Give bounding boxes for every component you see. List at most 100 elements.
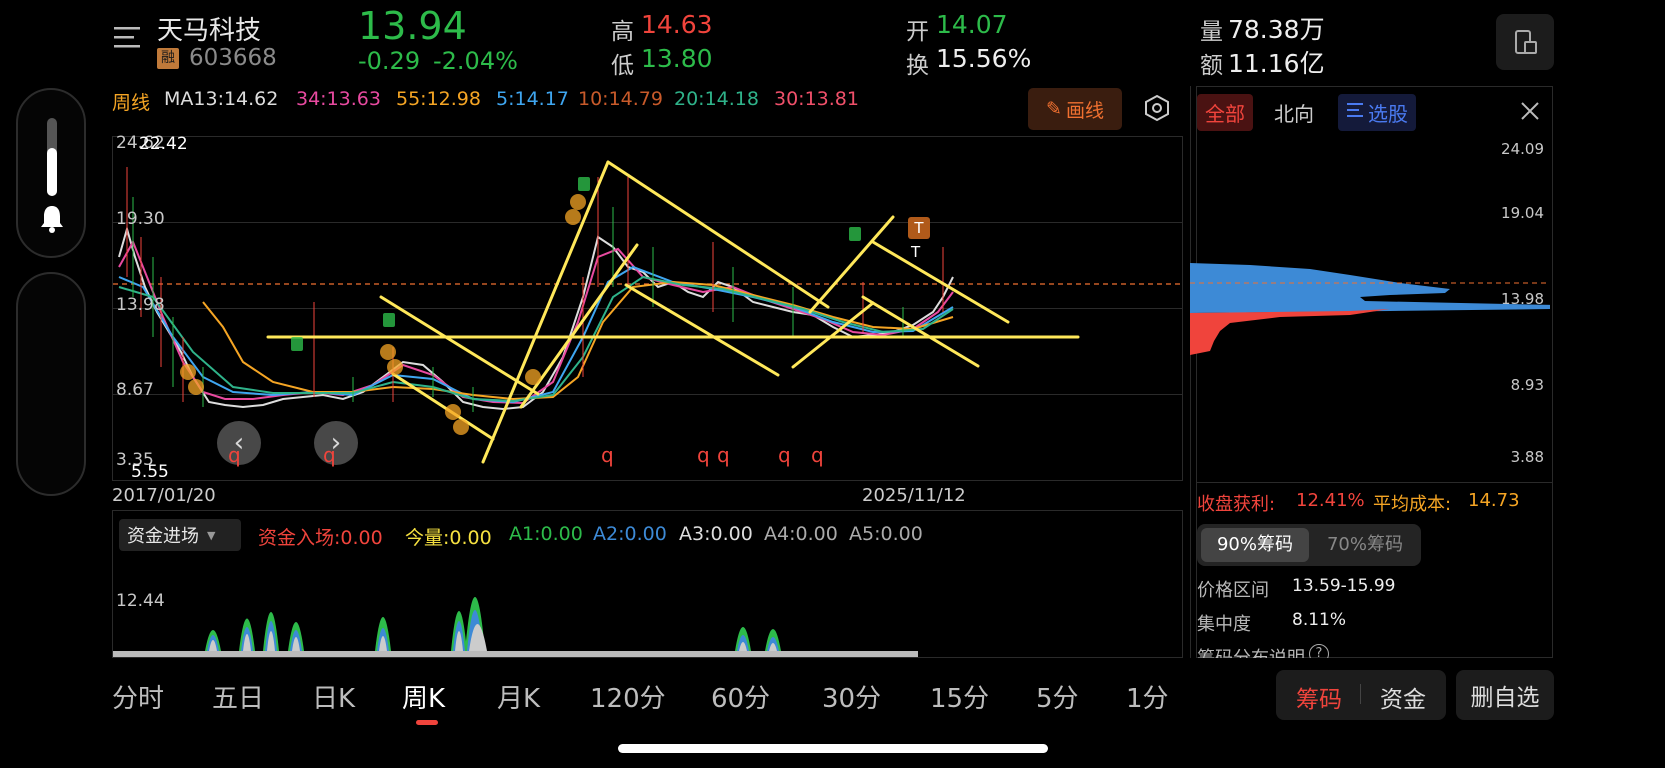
- current-price: 13.94: [358, 4, 467, 48]
- a5-value: A5:0.00: [849, 523, 923, 545]
- range-label: 价格区间: [1197, 580, 1269, 601]
- tab-15min[interactable]: 15分: [930, 678, 989, 715]
- chip-price-4: 8.93: [1510, 376, 1544, 394]
- ma5-value: 5:14.17: [496, 88, 569, 110]
- amount-value: 11.16亿: [1228, 49, 1325, 78]
- stock-code: 603668: [189, 45, 277, 71]
- ma30-value: 30:13.81: [774, 88, 859, 110]
- chip-panel-divider: [1196, 482, 1553, 483]
- close-icon[interactable]: [1519, 100, 1541, 126]
- inflow-value: 资金入场:0.00: [258, 527, 383, 549]
- menu-icon[interactable]: [112, 24, 144, 56]
- list-icon: [1346, 100, 1364, 124]
- profit-value: 12.41%: [1296, 490, 1365, 511]
- date-end: 2025/11/12: [862, 485, 966, 506]
- signal-q-2: q: [323, 443, 336, 467]
- chip90-button[interactable]: 90%筹码: [1201, 528, 1309, 562]
- draw-line-button[interactable]: ✎ 画线: [1028, 88, 1122, 130]
- y-axis-19: 19.30: [116, 209, 165, 229]
- t-marker-2[interactable]: T: [911, 243, 920, 261]
- tab-select-stock[interactable]: 选股: [1338, 94, 1416, 131]
- chevron-right-icon[interactable]: ›: [314, 421, 358, 465]
- chip70-button[interactable]: 70%筹码: [1313, 528, 1417, 562]
- kline-chart-canvas: [113, 160, 1184, 464]
- rotate-screen-icon: [1515, 30, 1537, 54]
- toggle-divider: [1360, 684, 1361, 704]
- rotate-screen-button[interactable]: [1496, 14, 1554, 70]
- tab-daily-k[interactable]: 日K: [312, 678, 355, 715]
- tab-weekly-k[interactable]: 周K: [402, 678, 445, 715]
- high-label: 高: [611, 19, 634, 45]
- chip-distribution-histogram: [1190, 263, 1550, 355]
- volume-value: 78.38万: [1228, 15, 1325, 44]
- signal-q-7: q: [811, 443, 824, 467]
- low-label: 低: [611, 53, 634, 79]
- tab-5min[interactable]: 5分: [1036, 678, 1079, 715]
- side-panel-placeholder: [16, 272, 86, 496]
- ma55-value: 55:12.98: [396, 88, 481, 110]
- open-value: 14.07: [936, 10, 1008, 39]
- kline-chart[interactable]: 24.62 22.42 19.30 13.98 8.67 3.35 5.55 T…: [112, 133, 1184, 482]
- signal-q-4: q: [697, 443, 710, 467]
- indicator-select-label: 资金进场: [127, 526, 199, 547]
- signal-q-3: q: [601, 443, 614, 467]
- bell-icon[interactable]: [38, 204, 66, 238]
- indicator-y-label: 12.44: [116, 591, 165, 611]
- a3-value: A3:0.00: [679, 523, 753, 545]
- chip-explain-label: 筹码分布说明: [1197, 644, 1305, 658]
- volume-slider-fill[interactable]: [47, 148, 57, 196]
- home-indicator[interactable]: [618, 744, 1048, 753]
- tab-60min[interactable]: 60分: [711, 678, 770, 715]
- y-axis-8: 8.67: [116, 380, 154, 400]
- tab-1min[interactable]: 1分: [1126, 678, 1186, 715]
- amount-label: 额: [1200, 53, 1223, 79]
- chip-explain-row[interactable]: 筹码分布说明 ?: [1196, 640, 1553, 658]
- chip-price-2: 19.04: [1501, 204, 1544, 222]
- tab-north[interactable]: 北向: [1266, 94, 1322, 131]
- turnover-label: 换: [906, 53, 929, 79]
- open-label: 开: [906, 19, 929, 45]
- tab-120min[interactable]: 120分: [590, 678, 666, 715]
- avg-cost-label: 平均成本:: [1373, 494, 1452, 515]
- a4-value: A4:0.00: [764, 523, 838, 545]
- tab-30min[interactable]: 30分: [822, 678, 881, 715]
- signal-q-5: q: [717, 443, 730, 467]
- y-axis-low: 5.55: [131, 462, 169, 482]
- period-label: 周线: [112, 92, 151, 114]
- ma20-value: 20:14.18: [674, 88, 759, 110]
- a2-value: A2:0.00: [593, 523, 667, 545]
- ma13-value: MA13:14.62: [164, 88, 279, 110]
- signal-q-6: q: [778, 443, 791, 467]
- indicator-chart[interactable]: 资金进场 ▼ 资金入场:0.00 今量:0.00 A1:0.00 A2:0.00…: [112, 510, 1183, 658]
- margin-badge: 融: [157, 48, 179, 69]
- turnover-value: 15.56%: [936, 44, 1032, 73]
- settings-hexagon-icon[interactable]: [1143, 94, 1171, 126]
- price-change-pct: -2.04%: [433, 47, 518, 75]
- caret-down-icon: ▼: [207, 528, 216, 542]
- today-volume-value: 今量:0.00: [405, 527, 492, 549]
- stock-name: 天马科技: [157, 16, 262, 46]
- indicator-select[interactable]: 资金进场 ▼: [119, 519, 241, 551]
- ma10-value: 10:14.79: [578, 88, 663, 110]
- chip-price-5: 3.88: [1510, 448, 1544, 466]
- tab-monthly-k[interactable]: 月K: [497, 678, 540, 715]
- remove-watchlist-button[interactable]: 删自选: [1456, 670, 1554, 720]
- t-marker-1[interactable]: T: [908, 217, 930, 239]
- tab-all[interactable]: 全部: [1197, 94, 1253, 131]
- avg-cost-value: 14.73: [1468, 490, 1520, 511]
- active-tab-indicator: [416, 720, 438, 725]
- ma34-value: 34:13.63: [296, 88, 381, 110]
- concentration-label: 集中度: [1197, 614, 1251, 635]
- tab-fenshi[interactable]: 分时: [112, 678, 164, 715]
- low-value: 13.80: [641, 44, 713, 73]
- high-value: 14.63: [641, 10, 713, 39]
- chips-button[interactable]: 筹码: [1296, 680, 1342, 714]
- tab-wuri[interactable]: 五日: [212, 678, 264, 715]
- funds-button[interactable]: 资金: [1380, 680, 1426, 714]
- chip-panel: [1196, 86, 1553, 658]
- date-start: 2017/01/20: [112, 485, 216, 506]
- help-icon: ?: [1309, 644, 1329, 658]
- panel-divider: [1190, 86, 1191, 658]
- volume-label: 量: [1200, 19, 1223, 45]
- chip-price-1: 24.09: [1501, 140, 1544, 158]
